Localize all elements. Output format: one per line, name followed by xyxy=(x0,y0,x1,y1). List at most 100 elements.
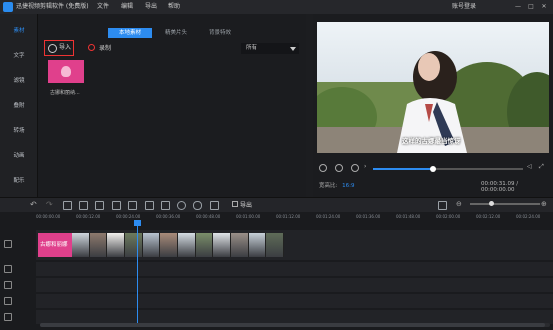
pause-icon[interactable] xyxy=(351,164,359,172)
chevron-down-icon xyxy=(290,47,296,51)
video-clip-thumbnail[interactable] xyxy=(195,233,214,257)
title-clip[interactable]: 古娜和丽娜 xyxy=(38,233,72,257)
zoom-handle[interactable] xyxy=(489,201,494,206)
freeze-icon[interactable] xyxy=(161,201,170,210)
playhead[interactable] xyxy=(134,220,141,324)
overlay-track[interactable] xyxy=(36,262,553,276)
progress-fill xyxy=(373,168,433,170)
menu-edit[interactable]: 编辑 xyxy=(121,0,133,14)
ruler-tick-label: 00:01:48.00 xyxy=(396,214,421,219)
timecode: 00:00:31.09 / 00:00:00.00 xyxy=(481,181,519,193)
app-title: 迅捷视频剪辑软件 (免费版) xyxy=(16,3,89,10)
crop-icon[interactable] xyxy=(112,201,121,210)
playhead-handle[interactable] xyxy=(134,220,141,226)
ruler-tick-label: 00:00:48.00 xyxy=(196,214,221,219)
text-track[interactable] xyxy=(36,278,553,292)
video-clip-thumbnail[interactable] xyxy=(107,233,126,257)
voice-track-icon xyxy=(4,313,12,321)
progress-handle[interactable] xyxy=(430,166,436,172)
overlay-track-icon xyxy=(4,265,12,273)
sidebar-item-music[interactable]: 配乐 xyxy=(0,174,38,188)
edit-icon[interactable] xyxy=(63,201,72,210)
fit-timeline-icon[interactable] xyxy=(438,201,447,210)
sidebar: 素材 文字 滤镜 叠附 转场 动画 配乐 xyxy=(0,14,38,197)
video-clip-thumbnail[interactable] xyxy=(266,233,285,257)
sidebar-item-overlay[interactable]: 叠附 xyxy=(0,99,38,113)
music-track[interactable] xyxy=(36,294,553,308)
login-link[interactable]: 账号登录 xyxy=(452,0,476,14)
ruler-tick-label: 00:00:12.00 xyxy=(76,214,101,219)
media-item-label: 古娜和丽纳... xyxy=(50,90,80,96)
sidebar-item-transition[interactable]: 转场 xyxy=(0,124,38,138)
time-ruler: 00:00:00.00 00:00:12.00 00:00:24.00 00:00:3… xyxy=(36,214,553,224)
export-icon xyxy=(232,201,238,207)
menu-file[interactable]: 文件 xyxy=(97,0,109,14)
sidebar-item-filter[interactable]: 滤镜 xyxy=(0,74,38,88)
tab-local-media[interactable]: 本地素材 xyxy=(108,28,152,38)
video-clip-thumbnail[interactable] xyxy=(89,233,108,257)
video-clip-thumbnail[interactable] xyxy=(213,233,232,257)
scrollbar-thumb[interactable] xyxy=(40,323,545,327)
tab-background-effects[interactable]: 背景特效 xyxy=(198,28,242,38)
play-icon[interactable] xyxy=(335,164,343,172)
video-clip-thumbnail[interactable] xyxy=(178,233,196,257)
placeholder-image-icon xyxy=(61,66,71,77)
import-icon xyxy=(48,44,57,53)
zoom-out-icon[interactable]: ⊖ xyxy=(456,200,462,208)
tab-intros[interactable]: 精美片头 xyxy=(154,28,198,38)
delete-icon[interactable] xyxy=(79,201,88,210)
mosaic-icon[interactable] xyxy=(210,201,219,210)
timeline-zoom-slider[interactable] xyxy=(470,201,540,206)
duration-icon[interactable] xyxy=(177,201,186,210)
media-panel: 本地素材 精美片头 背景特效 xyxy=(38,14,306,197)
rotate-icon[interactable] xyxy=(128,201,137,210)
volume-icon[interactable]: ◁ xyxy=(527,163,532,170)
ruler-tick-label: 00:01:24.00 xyxy=(316,214,341,219)
speed-icon[interactable] xyxy=(145,201,154,210)
music-track-icon xyxy=(4,297,12,305)
video-clip-thumbnail[interactable] xyxy=(231,233,249,257)
video-clip-thumbnail[interactable] xyxy=(248,233,267,257)
ruler-tick-label: 00:00:00.00 xyxy=(36,214,61,219)
menu-export[interactable]: 导出 xyxy=(145,0,157,14)
maximize-icon[interactable]: □ xyxy=(525,0,537,14)
aspect-ratio[interactable]: 宽高比: 16:9 xyxy=(319,181,354,189)
minimize-icon[interactable]: — xyxy=(512,0,524,14)
video-clip-thumbnail[interactable] xyxy=(160,233,179,257)
split-icon[interactable] xyxy=(95,201,104,210)
media-thumbnail[interactable] xyxy=(48,60,84,83)
menu-help[interactable]: 帮助 xyxy=(168,0,180,14)
stop-icon[interactable] xyxy=(319,164,327,172)
next-frame-icon[interactable]: › xyxy=(364,163,366,170)
aspect-ratio-label: 宽高比: xyxy=(319,183,338,189)
record-button[interactable]: 录制 xyxy=(88,43,111,52)
timeline-scrollbar[interactable] xyxy=(40,323,550,327)
zoom-in-icon[interactable]: ⊕ xyxy=(541,200,547,208)
ruler-tick-label: 00:00:36.00 xyxy=(156,214,181,219)
sidebar-item-text[interactable]: 文字 xyxy=(0,49,38,63)
text-track-icon xyxy=(4,281,12,289)
app-logo-icon xyxy=(3,2,13,12)
video-clip-thumbnail[interactable] xyxy=(125,233,143,257)
export-button[interactable]: 导出 xyxy=(232,200,252,209)
record-icon xyxy=(88,44,95,51)
ruler-tick-label: 00:01:00.00 xyxy=(236,214,261,219)
close-icon[interactable]: ✕ xyxy=(538,0,550,14)
ruler-tick-label: 00:02:24.00 xyxy=(516,214,541,219)
undo-icon[interactable]: ↶ xyxy=(30,200,37,209)
video-preview xyxy=(317,22,549,153)
video-clip-thumbnail[interactable] xyxy=(72,233,90,257)
fullscreen-icon[interactable]: ⤢ xyxy=(539,163,544,171)
voice-track[interactable] xyxy=(36,310,553,324)
video-clip-thumbnail[interactable] xyxy=(142,233,161,257)
import-button[interactable]: 导入 xyxy=(44,40,74,56)
app-window: 迅捷视频剪辑软件 (免费版) 文件 编辑 导出 帮助 账号登录 — □ ✕ 最近… xyxy=(0,0,553,330)
ruler-tick-label: 00:00:24.00 xyxy=(116,214,141,219)
redo-icon[interactable]: ↷ xyxy=(46,200,53,209)
media-filter-select[interactable]: 所有 xyxy=(241,43,299,54)
playback-progress[interactable] xyxy=(373,166,523,172)
sidebar-item-animation[interactable]: 动画 xyxy=(0,149,38,163)
sidebar-item-media[interactable]: 素材 xyxy=(0,24,38,38)
microphone-icon[interactable] xyxy=(193,201,202,210)
ruler-tick-label: 00:01:12.00 xyxy=(276,214,301,219)
